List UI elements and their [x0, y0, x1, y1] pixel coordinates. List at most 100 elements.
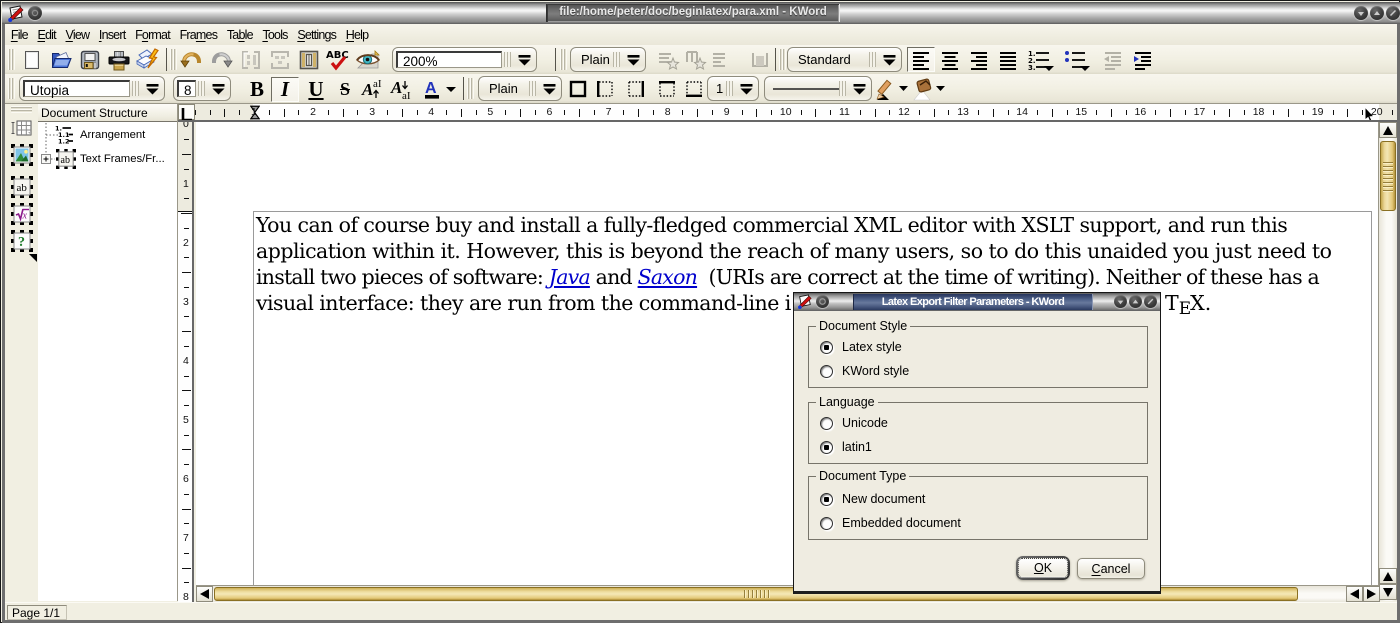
underline-button[interactable]: U: [302, 77, 330, 102]
toolbar-handle[interactable]: [467, 78, 474, 99]
undo-button[interactable]: [178, 47, 206, 72]
scroll-left-button2[interactable]: [1346, 586, 1363, 602]
combo-dropdown-arrow[interactable]: [878, 48, 900, 71]
redo-button[interactable]: [207, 47, 235, 72]
tab-selector[interactable]: [178, 104, 195, 120]
align-justify-button[interactable]: [994, 47, 1022, 72]
bold-button[interactable]: B: [243, 77, 271, 102]
menu-tools[interactable]: Tools: [258, 26, 293, 44]
insert-table-button[interactable]: [8, 114, 35, 141]
radio-circle[interactable]: [820, 365, 833, 378]
radio-latin1[interactable]: latin1: [820, 440, 872, 454]
close-button[interactable]: [1386, 6, 1400, 20]
radio-circle[interactable]: [820, 417, 833, 430]
radio-circle[interactable]: [820, 517, 833, 530]
frame-style-button[interactable]: [746, 47, 774, 72]
radio-embedded-document[interactable]: Embedded document: [820, 516, 961, 530]
radio-circle[interactable]: [820, 493, 833, 506]
toolbar-overflow-arrow-icon[interactable]: [29, 254, 37, 262]
menu-format[interactable]: Format: [130, 26, 175, 44]
bullet-list-button[interactable]: [1061, 47, 1093, 72]
font-combobox[interactable]: Utopia: [19, 76, 165, 101]
radio-unicode[interactable]: Unicode: [820, 416, 888, 430]
horizontal-ruler[interactable]: 1234567891011121314151617181920: [178, 104, 1397, 122]
document-canvas[interactable]: You can of course buy and install a full…: [196, 122, 1378, 585]
combo-dropdown-arrow[interactable]: [622, 48, 644, 71]
new-document-button[interactable]: [18, 47, 46, 72]
ok-button[interactable]: OK: [1018, 558, 1068, 578]
menu-file[interactable]: File: [6, 26, 33, 44]
save-button[interactable]: [76, 47, 104, 72]
cancel-button[interactable]: Cancel: [1077, 558, 1145, 579]
strikethrough-button[interactable]: S: [331, 77, 359, 102]
insert-object-button[interactable]: ?: [8, 227, 35, 254]
radio-kword-style[interactable]: KWord style: [820, 364, 909, 378]
italic-button[interactable]: I: [271, 77, 299, 102]
horizontal-scrollbar[interactable]: [196, 585, 1378, 602]
menu-help[interactable]: Help: [341, 26, 373, 44]
edit-frame3-button[interactable]: [295, 47, 323, 72]
open-button[interactable]: [47, 47, 75, 72]
menu-table[interactable]: Table: [222, 26, 258, 44]
dialog-minimize-button[interactable]: [1114, 295, 1127, 308]
vertical-scrollbar[interactable]: [1378, 122, 1397, 601]
tree-item-text-frames[interactable]: Text Frames/Fr...: [80, 153, 165, 165]
toolbar-handle[interactable]: [779, 49, 786, 70]
dialog-close-button[interactable]: [1144, 295, 1157, 308]
radio-circle[interactable]: [820, 441, 833, 454]
paragraph-style-combobox[interactable]: Standard: [787, 47, 902, 72]
zoom-combobox[interactable]: 200%: [392, 47, 537, 72]
menu-view[interactable]: View: [61, 26, 94, 44]
border-top-button[interactable]: [653, 76, 681, 101]
decrease-indent-button[interactable]: [1099, 47, 1127, 72]
border-color-button[interactable]: [874, 76, 910, 101]
titlebar[interactable]: file:/home/peter/doc/beginlatex/para.xml…: [2, 2, 1400, 24]
menu-edit[interactable]: Edit: [33, 26, 61, 44]
toolbar-handle[interactable]: [11, 106, 32, 113]
combo-dropdown-arrow[interactable]: [141, 77, 163, 100]
tree-item-arrangement[interactable]: Arrangement: [80, 129, 145, 141]
menu-settings[interactable]: Settings: [292, 26, 340, 44]
combo-dropdown-arrow[interactable]: [538, 77, 560, 100]
toolbar-handle[interactable]: [8, 78, 15, 99]
frame-background-button[interactable]: [911, 76, 947, 101]
border-right-button[interactable]: [622, 76, 650, 101]
numbered-list-button[interactable]: 1. 2. 3.: [1025, 47, 1057, 72]
combo-dropdown-arrow[interactable]: [735, 77, 757, 100]
spellcheck-button[interactable]: ABC: [324, 47, 352, 72]
font-input[interactable]: Utopia: [23, 80, 130, 97]
scroll-down-button[interactable]: [1379, 584, 1397, 600]
border-outline-button[interactable]: [564, 76, 592, 101]
dialog-sticky-button[interactable]: [816, 295, 829, 308]
align-center-button[interactable]: [936, 47, 964, 72]
combo-dropdown-arrow[interactable]: [207, 77, 229, 100]
link-java[interactable]: Java: [549, 265, 590, 289]
insert-picture-button[interactable]: [8, 141, 35, 168]
minimize-button[interactable]: [1354, 6, 1368, 20]
scroll-left-button[interactable]: [196, 586, 213, 602]
dialog-maximize-button[interactable]: [1129, 295, 1142, 308]
increase-indent-button[interactable]: [1129, 47, 1157, 72]
radio-new-document[interactable]: New document: [820, 492, 925, 506]
radio-latex-style[interactable]: Latex style: [820, 340, 902, 354]
toolbar-handle[interactable]: [8, 49, 15, 70]
border-style-combobox[interactable]: Plain: [478, 76, 562, 101]
sticky-button[interactable]: [28, 6, 42, 20]
edit-frame-button[interactable]: [237, 47, 265, 72]
update-style-button[interactable]: [681, 47, 709, 72]
insert-text-frame-button[interactable]: ab: [8, 173, 35, 200]
link-saxon[interactable]: Saxon: [638, 265, 697, 289]
print-direct-button[interactable]: [134, 47, 162, 72]
style-manager-button[interactable]: [708, 47, 730, 72]
line-style-combobox[interactable]: [764, 76, 872, 101]
combo-dropdown-arrow[interactable]: [513, 48, 535, 71]
scroll-up-button2[interactable]: [1379, 568, 1397, 584]
view-mode-button[interactable]: [354, 47, 382, 72]
tree-expander[interactable]: [41, 154, 55, 164]
align-left-button[interactable]: [907, 47, 935, 72]
zoom-input[interactable]: 200%: [396, 51, 502, 68]
vscroll-thumb[interactable]: [1380, 141, 1396, 211]
combo-dropdown-arrow[interactable]: [848, 77, 870, 100]
text-style-combobox[interactable]: Plain: [570, 47, 646, 72]
scroll-up-button[interactable]: [1379, 122, 1397, 138]
